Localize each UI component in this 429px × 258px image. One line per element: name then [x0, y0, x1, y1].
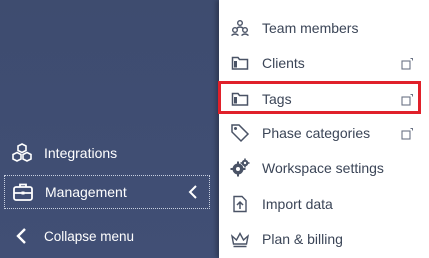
- cubes-icon: [10, 141, 34, 165]
- menu-item-label: Phase categories: [262, 125, 371, 141]
- menu-item-plan-billing[interactable]: Plan & billing: [219, 222, 429, 256]
- menu-item-workspace-settings[interactable]: Workspace settings: [219, 151, 429, 185]
- external-link-icon: [401, 127, 413, 143]
- menu-item-label: Tags: [262, 91, 292, 107]
- management-submenu: Team members Clients Tags Phase categori…: [219, 0, 429, 258]
- menu-item-import-data[interactable]: Import data: [219, 187, 429, 221]
- gears-icon: [230, 158, 250, 178]
- briefcase-icon: [11, 180, 35, 204]
- team-icon: [230, 18, 250, 38]
- folder-icon: [230, 89, 250, 109]
- sidebar-item-label: Management: [45, 184, 127, 200]
- menu-item-label: Clients: [262, 55, 305, 71]
- chevron-left-icon: [187, 183, 199, 204]
- menu-item-label: Team members: [262, 20, 359, 36]
- crown-icon: [230, 229, 250, 249]
- external-link-icon: [401, 93, 413, 109]
- collapse-menu-button[interactable]: Collapse menu: [0, 219, 219, 253]
- sidebar: Integrations Management Collapse menu: [0, 0, 219, 258]
- menu-item-label: Import data: [262, 196, 333, 212]
- tag-icon: [230, 123, 250, 143]
- sidebar-item-management[interactable]: Management: [4, 175, 210, 209]
- menu-item-label: Workspace settings: [262, 160, 384, 176]
- menu-item-clients[interactable]: Clients: [219, 46, 429, 80]
- external-link-icon: [401, 57, 413, 73]
- folder-icon: [230, 53, 250, 73]
- sidebar-item-label: Collapse menu: [44, 228, 135, 244]
- chevron-left-icon: [10, 224, 34, 248]
- sidebar-item-label: Integrations: [44, 145, 118, 161]
- menu-item-team-members[interactable]: Team members: [219, 11, 429, 45]
- import-icon: [230, 194, 250, 214]
- sidebar-item-integrations[interactable]: Integrations: [0, 136, 219, 170]
- menu-item-tags[interactable]: Tags: [219, 82, 429, 116]
- menu-item-label: Plan & billing: [262, 231, 343, 247]
- menu-item-phase-categories[interactable]: Phase categories: [219, 116, 429, 150]
